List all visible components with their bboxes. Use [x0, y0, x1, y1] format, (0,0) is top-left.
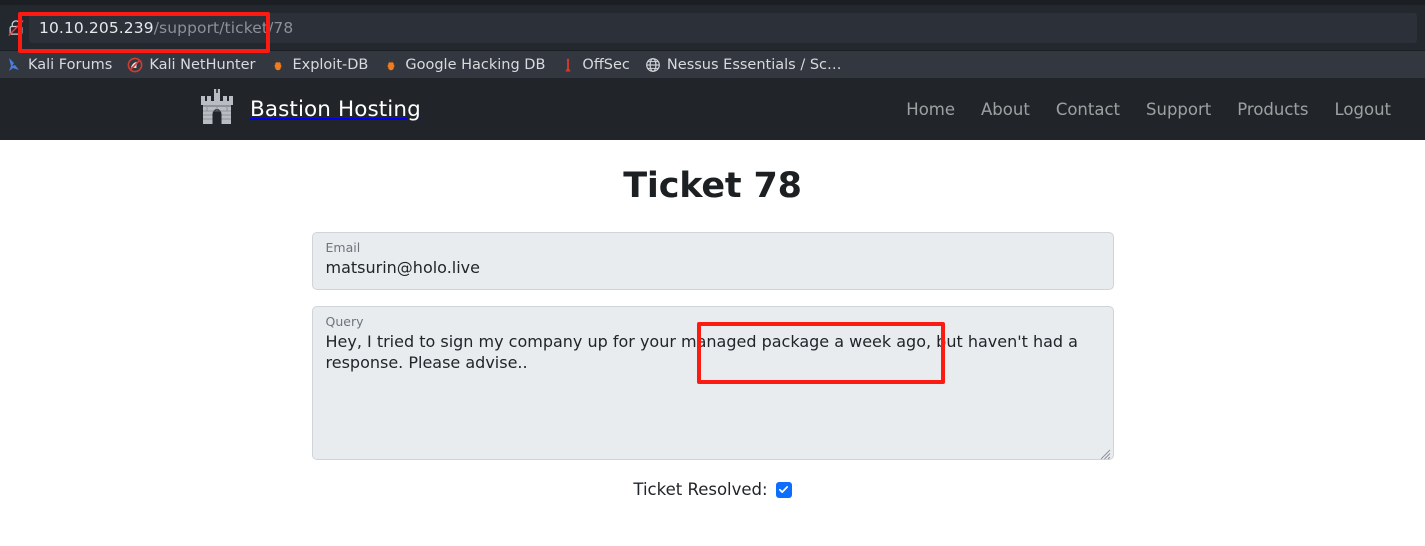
site-navbar: Bastion Hosting Home About Contact Suppo…	[0, 78, 1425, 140]
lock-crossed-out-icon[interactable]	[3, 15, 29, 41]
ticket-form: Email matsurin@holo.live Query Hey, I tr…	[311, 232, 1114, 499]
query-field-label: Query	[325, 314, 364, 329]
kali-dragon-icon	[6, 57, 22, 73]
query-field-value: Hey, I tried to sign my company up for y…	[325, 331, 1084, 372]
ticket-resolved-label: Ticket Resolved:	[633, 480, 768, 499]
exploit-db-icon	[270, 57, 286, 73]
bookmark-kali-forums[interactable]: Kali Forums	[0, 53, 121, 76]
bookmark-label: Google Hacking DB	[405, 56, 546, 73]
page-title-wrap: Ticket 78	[0, 140, 1425, 232]
nav-link-logout[interactable]: Logout	[1335, 100, 1392, 119]
check-icon	[779, 486, 789, 494]
brand-link[interactable]: Bastion Hosting	[198, 87, 421, 131]
email-field-value: matsurin@holo.live	[325, 257, 480, 277]
page-title: Ticket 78	[623, 165, 802, 206]
browser-chrome: 10.10.205.239/support/ticket/78 Kali For…	[0, 0, 1425, 78]
castle-icon	[198, 87, 236, 131]
url-host-text: 10.10.205.239	[39, 18, 154, 37]
page-content: Ticket 78 Email matsurin@holo.live Query…	[0, 140, 1425, 499]
nav-link-products[interactable]: Products	[1237, 100, 1308, 119]
email-field-label: Email	[325, 240, 361, 255]
exploit-db-icon	[383, 57, 399, 73]
url-path-text: /support/ticket/78	[153, 18, 294, 37]
bookmark-label: Nessus Essentials / Sc…	[666, 56, 842, 73]
offsec-icon	[560, 57, 576, 73]
bookmark-exploit-db[interactable]: Exploit-DB	[264, 53, 377, 76]
bookmark-label: Exploit-DB	[292, 56, 369, 73]
bookmark-google-hacking-db[interactable]: Google Hacking DB	[377, 53, 554, 76]
browser-address-bar-row: 10.10.205.239/support/ticket/78	[0, 5, 1425, 53]
globe-icon	[645, 57, 661, 73]
nethunter-icon	[127, 57, 143, 73]
ticket-resolved-checkbox[interactable]	[775, 481, 792, 498]
textarea-resize-handle-icon[interactable]	[1099, 445, 1111, 460]
brand-name: Bastion Hosting	[250, 96, 421, 122]
bookmark-offsec[interactable]: OffSec	[554, 53, 639, 76]
bookmark-label: OffSec	[582, 56, 630, 73]
ticket-resolved-row: Ticket Resolved:	[312, 480, 1114, 499]
bookmark-nessus-essentials[interactable]: Nessus Essentials / Sc…	[639, 53, 851, 76]
url-input[interactable]: 10.10.205.239/support/ticket/78	[29, 12, 1417, 43]
bookmark-label: Kali Forums	[28, 56, 113, 73]
nav-link-home[interactable]: Home	[906, 100, 955, 119]
bookmark-kali-nethunter[interactable]: Kali NetHunter	[121, 53, 264, 76]
nav-links: Home About Contact Support Products Logo…	[906, 100, 1391, 119]
nav-link-about[interactable]: About	[981, 100, 1030, 119]
bookmark-label: Kali NetHunter	[149, 56, 256, 73]
bookmarks-bar: Kali Forums Kali NetHunter Exploit-DB Go…	[0, 51, 1425, 78]
email-field[interactable]: Email matsurin@holo.live	[311, 232, 1114, 290]
nav-link-contact[interactable]: Contact	[1056, 100, 1120, 119]
query-field[interactable]: Query Hey, I tried to sign my company up…	[311, 306, 1114, 460]
nav-link-support[interactable]: Support	[1146, 100, 1211, 119]
